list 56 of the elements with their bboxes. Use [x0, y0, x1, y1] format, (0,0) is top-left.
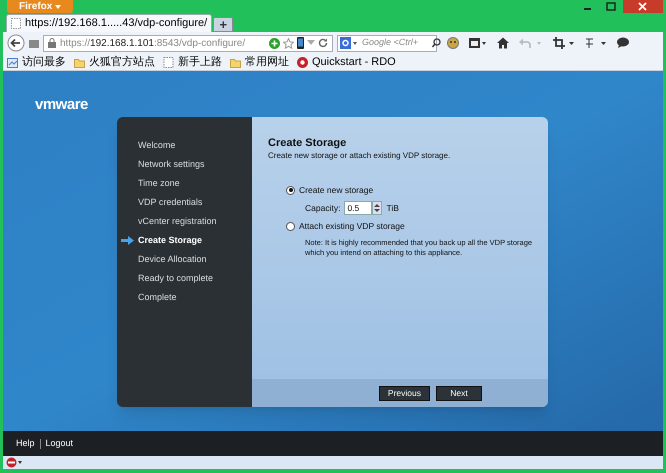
capacity-label: Capacity:: [305, 202, 340, 214]
wizard-step[interactable]: Create Storage: [138, 234, 202, 248]
bookmark-item[interactable]: 新手上路: [163, 54, 222, 70]
bookmark-item[interactable]: Quickstart - RDO: [297, 54, 396, 70]
footer-link[interactable]: Logout: [46, 436, 74, 450]
phone-icon[interactable]: [297, 37, 304, 49]
wizard-step[interactable]: Ready to complete: [138, 272, 214, 286]
wizard-title: Create Storage: [268, 137, 348, 150]
stop-sign-icon[interactable]: [6, 457, 22, 468]
vmware-logo: vmware: [35, 95, 88, 115]
close-icon[interactable]: [623, 0, 663, 13]
capacity-field[interactable]: 0.5: [344, 201, 372, 215]
spinner-arrows-icon[interactable]: [372, 201, 382, 215]
chat-icon[interactable]: [617, 37, 629, 49]
browser-tab[interactable]: https://192.168.1.....43/vdp-configure/: [6, 14, 212, 32]
caret-icon: [55, 4, 62, 8]
back-icon[interactable]: [7, 34, 25, 52]
radio-label[interactable]: Create new storage: [299, 184, 374, 196]
url-text: https://192.168.1.101:8543/vdp-configure/: [60, 36, 246, 50]
address-bar[interactable]: https://192.168.1.101:8543/vdp-configure/: [43, 34, 333, 52]
folder-icon: [230, 56, 241, 68]
radio-button[interactable]: [286, 186, 295, 194]
wizard-button[interactable]: Previous: [378, 386, 430, 400]
window-icon[interactable]: [469, 37, 487, 49]
folder-icon: [74, 56, 85, 68]
wizard-step[interactable]: Time zone: [138, 176, 180, 190]
plus-circle-icon[interactable]: [269, 38, 280, 48]
capacity-unit: TiB: [386, 202, 399, 214]
star-icon[interactable]: [283, 38, 294, 48]
lock-icon: [48, 38, 56, 48]
wizard-step[interactable]: Device Allocation: [138, 252, 207, 266]
wizard-step[interactable]: Welcome: [138, 138, 176, 152]
radio-button[interactable]: [286, 222, 295, 230]
wizard-subtitle: Create new storage or attach existing VDP storage.: [268, 150, 452, 162]
wizard-button[interactable]: Next: [436, 386, 482, 400]
page-icon: [7, 56, 18, 68]
bookmark-item[interactable]: 火狐官方站点: [74, 54, 155, 70]
bookmark-item[interactable]: 访问最多: [7, 54, 66, 70]
bookmark-item[interactable]: 常用网址: [230, 54, 289, 70]
page-icon: [11, 18, 21, 29]
crop-icon[interactable]: [553, 37, 575, 49]
reload-icon[interactable]: [318, 38, 328, 48]
badge-icon: [297, 56, 308, 68]
wizard-step[interactable]: vCenter registration: [138, 214, 217, 228]
radio-label[interactable]: Attach existing VDP storage: [299, 220, 405, 232]
wizard-step[interactable]: Network settings: [138, 158, 205, 172]
search-icon: [432, 38, 441, 48]
search-field[interactable]: Google <Ctrl+: [362, 36, 428, 50]
footer-link[interactable]: Help: [16, 436, 35, 450]
new-tab-button[interactable]: +: [213, 17, 234, 32]
wizard-step[interactable]: Complete: [138, 290, 177, 304]
page-icon: [163, 56, 174, 68]
home-icon[interactable]: [497, 37, 509, 49]
wizard-step[interactable]: VDP credentials: [138, 196, 202, 210]
smiley-icon[interactable]: [447, 37, 459, 49]
search-engine-icon[interactable]: [340, 37, 358, 49]
